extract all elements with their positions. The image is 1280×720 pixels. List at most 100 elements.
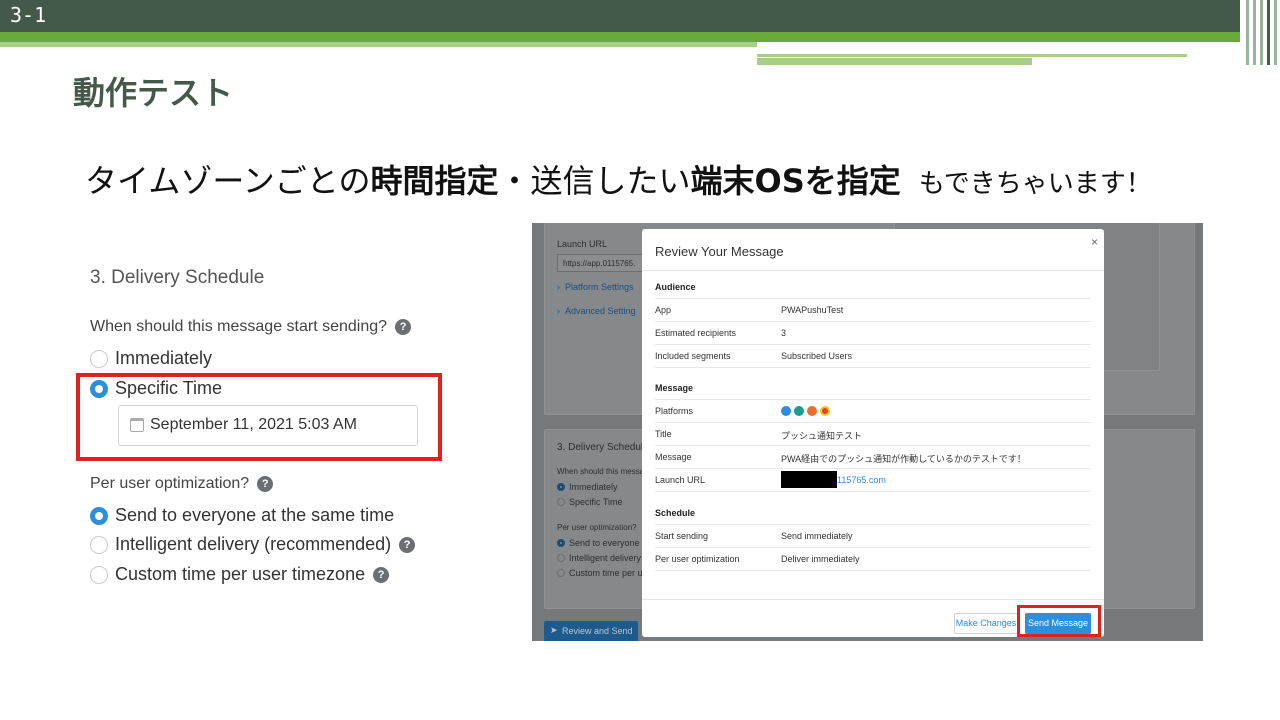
row-key: Launch URL (655, 475, 706, 485)
headline-tail: もできちゃいます！ (918, 169, 1152, 199)
redaction-block (781, 471, 837, 488)
schedule-row: Per user optimization Deliver immediatel… (655, 548, 1091, 571)
review-and-send-label: Review and Send (562, 626, 633, 636)
start-question: When should this message start sending?? (90, 318, 412, 336)
make-changes-button[interactable]: Make Changes (954, 613, 1018, 634)
bg-radio-label: Send to everyone (569, 538, 640, 548)
row-key: Included segments (655, 351, 731, 361)
bg-schedule-title: 3. Delivery Schedul (557, 442, 644, 453)
optimization-question-label: Per user optimization? (90, 475, 250, 492)
row-key: Platforms (655, 406, 694, 416)
row-value: Subscribed Users (781, 351, 853, 361)
chevron-right-icon: › (557, 282, 565, 292)
audience-row: Estimated recipients 3 (655, 322, 1091, 345)
help-icon[interactable]: ? (399, 536, 416, 553)
row-key: Estimated recipients (655, 328, 737, 338)
row-value: PWA経由でのプッシュ通知が作動しているかのテストです！ (781, 454, 1026, 464)
bg-radio-label: Custom time per u (569, 568, 643, 578)
launch-url-link[interactable]: 115765.com (837, 475, 886, 485)
message-row-message: Message PWA経由でのプッシュ通知が作動しているかのテストです！ (655, 446, 1091, 469)
message-heading: Message (655, 383, 694, 393)
platform-icons (781, 406, 833, 416)
header-accent-line-right-2 (757, 58, 1032, 65)
chrome-icon (820, 406, 830, 416)
row-value: Deliver immediately (781, 554, 860, 564)
header-accent-line (0, 32, 1240, 42)
bg-radio-specific-time[interactable]: Specific Time (557, 497, 623, 507)
radio-send-everyone[interactable]: Send to everyone at the same time (90, 505, 394, 526)
message-row-platforms: Platforms (655, 400, 1091, 423)
radio-label: Immediately (115, 348, 213, 368)
firefox-icon (807, 406, 817, 416)
header-accent-line-light (0, 42, 757, 47)
bg-advanced-settings[interactable]: › Advanced Setting (557, 306, 636, 316)
audience-row: Included segments Subscribed Users (655, 345, 1091, 368)
header-accent-line-right (757, 54, 1187, 57)
bg-radio-custom[interactable]: Custom time per u (557, 568, 643, 578)
bg-start-question: When should this messa (557, 467, 645, 476)
slide-number: 3-1 (10, 3, 47, 27)
headline-part-1: タイムゾーンごとの (85, 162, 371, 200)
highlight-box-send-message (1017, 605, 1101, 637)
row-value: 115765.com (781, 471, 886, 488)
radio-immediately[interactable]: Immediately (90, 348, 212, 369)
radio-intelligent-delivery[interactable]: Intelligent delivery (recommended) ? (90, 534, 416, 555)
row-value: 3 (781, 328, 787, 338)
radio-button[interactable] (90, 349, 108, 368)
help-icon[interactable]: ? (395, 319, 412, 335)
radio-button-selected[interactable] (90, 506, 108, 525)
schedule-heading: Schedule (655, 508, 696, 518)
highlight-box-specific-time (76, 373, 442, 461)
start-question-label: When should this message start sending? (90, 318, 388, 335)
help-icon[interactable]: ? (257, 476, 274, 492)
bg-radio-send-everyone[interactable]: Send to everyone (557, 538, 640, 548)
slide-headline: タイムゾーンごとの時間指定・送信したい端末OSを指定 もできちゃいます！ (85, 156, 1152, 202)
edge-icon (794, 406, 804, 416)
slide-title: 動作テスト (73, 74, 234, 112)
radio-label: Send to everyone at the same time (115, 505, 395, 525)
bg-radio-label: Intelligent delivery (569, 553, 642, 563)
audience-heading: Audience (655, 282, 696, 292)
chevron-right-icon: › (557, 306, 565, 316)
row-key: Per user optimization (655, 554, 740, 564)
header-decoration (1240, 0, 1280, 65)
row-value: PWAPushuTest (781, 305, 844, 315)
row-key: App (655, 305, 672, 315)
headline-part-2: ・送信したい (498, 162, 691, 200)
modal-header-divider (642, 270, 1104, 271)
optimization-question: Per user optimization?? (90, 475, 274, 493)
row-key: Message (655, 452, 692, 462)
radio-label: Intelligent delivery (recommended) (115, 534, 392, 554)
row-value: Send immediately (781, 531, 853, 541)
bg-launch-url-label: Launch URL (557, 239, 608, 249)
bg-advanced-settings-label: Advanced Setting (565, 306, 636, 316)
bg-launch-url-input[interactable]: https://app.0115765. (557, 254, 647, 272)
row-key: Title (655, 429, 672, 439)
close-icon[interactable]: × (1091, 235, 1098, 249)
modal-title: Review Your Message (655, 244, 784, 259)
radio-custom-time[interactable]: Custom time per user timezone ? (90, 564, 390, 585)
review-screenshot: Launch URL https://app.0115765. › Platfo… (532, 223, 1203, 641)
review-modal: Review Your Message × Audience App PWAPu… (642, 229, 1104, 637)
row-value: プッシュ通知テスト (781, 431, 863, 441)
radio-button[interactable] (90, 565, 108, 584)
message-row-launch-url: Launch URL 115765.com (655, 469, 1091, 492)
delivery-section-title: 3. Delivery Schedule (90, 267, 265, 288)
bg-radio-label: Specific Time (569, 497, 623, 507)
headline-bold-1: 時間指定 (370, 162, 499, 200)
send-icon: ➤ (550, 625, 558, 635)
safari-icon (781, 406, 791, 416)
bg-radio-intelligent[interactable]: Intelligent delivery (557, 553, 641, 563)
radio-label: Custom time per user timezone (115, 564, 366, 584)
audience-row: App PWAPushuTest (655, 299, 1091, 322)
schedule-row: Start sending Send immediately (655, 525, 1091, 548)
radio-button[interactable] (90, 535, 108, 554)
bg-platform-settings-label: Platform Settings (565, 282, 634, 292)
help-icon[interactable]: ? (373, 566, 390, 583)
row-key: Start sending (655, 531, 709, 541)
headline-bold-2: 端末OSを指定 (690, 162, 901, 200)
bg-radio-immediately[interactable]: Immediately (557, 482, 618, 492)
bg-platform-settings[interactable]: › Platform Settings (557, 282, 634, 292)
review-and-send-button[interactable]: ➤ Review and Send (544, 621, 638, 641)
slide-header-band (0, 0, 1280, 32)
